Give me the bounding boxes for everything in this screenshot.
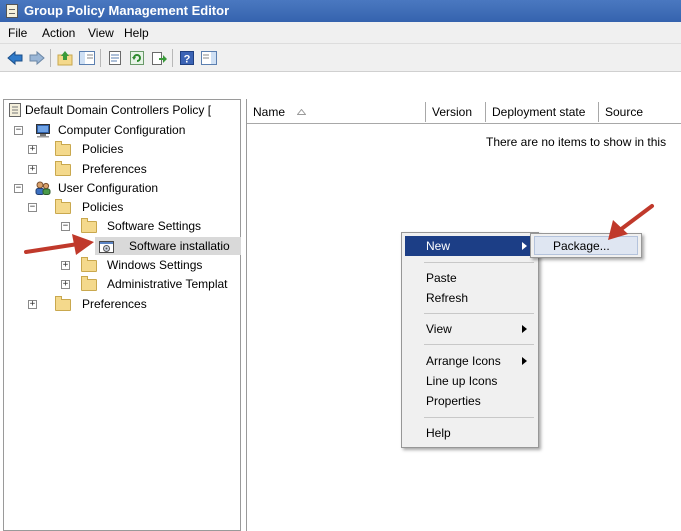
tree-uc-preferences-label: Preferences [82,297,147,311]
folder-icon [55,161,71,176]
menu-bar: File Action View Help [0,22,681,44]
users-icon [35,181,51,195]
context-menu-new[interactable]: New [405,236,535,256]
context-menu-properties-label: Properties [426,394,481,408]
back-arrow-icon[interactable] [6,49,24,67]
expand-toggle[interactable]: + [61,280,70,289]
folder-icon [81,257,97,272]
context-menu: New Paste Refresh View Arrange Icons Lin… [401,232,539,448]
menu-file[interactable]: File [8,26,27,40]
context-menu-view[interactable]: View [405,319,535,339]
show-hide-action-pane-icon[interactable] [200,49,218,67]
tree-software-settings-label: Software Settings [107,219,202,233]
menu-separator [424,313,534,314]
menu-help[interactable]: Help [124,26,149,40]
context-menu-refresh-label: Refresh [426,291,469,305]
expand-toggle[interactable]: + [28,165,37,174]
expand-toggle[interactable]: + [61,261,70,270]
tree-cc-preferences-label: Preferences [82,162,147,176]
policy-editor-icon [6,4,18,18]
empty-list-message: There are no items to show in this [486,135,667,149]
annotation-arrow-icon [608,204,654,240]
column-version[interactable]: Version [426,102,486,122]
annotation-arrow-icon [24,234,94,255]
submenu-arrow-icon [522,357,527,365]
tree-windows-settings-label: Windows Settings [107,258,203,272]
menu-separator [424,344,534,345]
column-source[interactable]: Source [599,102,681,122]
menu-action[interactable]: Action [42,26,75,40]
folder-icon [81,276,97,291]
submenu-arrow-icon [522,242,527,250]
tree-software-installation-label: Software installatio [129,239,230,253]
window-title: Group Policy Management Editor [24,3,230,18]
title-bar: Group Policy Management Editor [0,0,681,22]
collapse-toggle[interactable]: − [28,203,37,212]
sort-ascending-icon [297,109,306,115]
up-folder-icon[interactable] [56,49,74,67]
properties-icon[interactable] [106,49,124,67]
menu-view[interactable]: View [88,26,114,40]
tree-root-label: Default Domain Controllers Policy [ [25,103,212,117]
toolbar: ? [0,44,681,72]
export-list-icon[interactable] [150,49,168,67]
context-menu-line-up-icons[interactable]: Line up Icons [405,371,535,391]
menu-separator [424,262,534,263]
collapse-toggle[interactable]: − [14,184,23,193]
context-menu-paste-label: Paste [426,271,457,285]
column-deployment-state[interactable]: Deployment state [486,102,599,122]
help-icon[interactable]: ? [178,49,196,67]
context-menu-new-label: New [426,239,451,253]
context-menu-arrange-icons-label: Arrange Icons [426,354,501,368]
tree-cc-policies-label: Policies [82,142,124,156]
svg-text:?: ? [184,54,191,66]
context-menu-line-up-icons-label: Line up Icons [426,374,498,388]
show-hide-tree-icon[interactable] [78,49,96,67]
context-menu-properties[interactable]: Properties [405,391,535,411]
refresh-icon[interactable] [128,49,146,67]
tree-software-installation[interactable]: Software installatio [95,237,241,255]
context-menu-refresh[interactable]: Refresh [405,288,535,308]
column-name-label: Name [253,105,286,119]
expand-toggle[interactable]: + [28,145,37,154]
tree-computer-configuration-label: Computer Configuration [58,123,186,137]
toolbar-separator [172,49,173,67]
column-deployment-state-label: Deployment state [492,105,586,119]
column-version-label: Version [432,105,473,119]
context-menu-help[interactable]: Help [405,423,535,443]
menu-separator [424,417,534,418]
submenu-arrow-icon [522,325,527,333]
expand-toggle[interactable]: + [28,300,37,309]
context-menu-paste[interactable]: Paste [405,268,535,288]
folder-icon [55,141,71,156]
folder-icon [55,296,71,311]
folder-icon [55,199,71,214]
context-menu-help-label: Help [426,426,451,440]
forward-arrow-icon[interactable] [28,49,46,67]
context-menu-view-label: View [426,322,452,336]
collapse-toggle[interactable]: − [14,126,23,135]
column-name[interactable]: Name [247,102,426,122]
column-source-label: Source [605,105,644,119]
toolbar-separator [50,49,51,67]
tree-user-configuration-label: User Configuration [58,181,159,195]
policy-document-icon [9,103,21,117]
tree-administrative-templates-label: Administrative Templat [107,277,228,291]
tree-uc-policies-label: Policies [82,200,124,214]
computer-icon [36,124,50,138]
toolbar-separator [100,49,101,67]
context-menu-arrange-icons[interactable]: Arrange Icons [405,351,535,371]
